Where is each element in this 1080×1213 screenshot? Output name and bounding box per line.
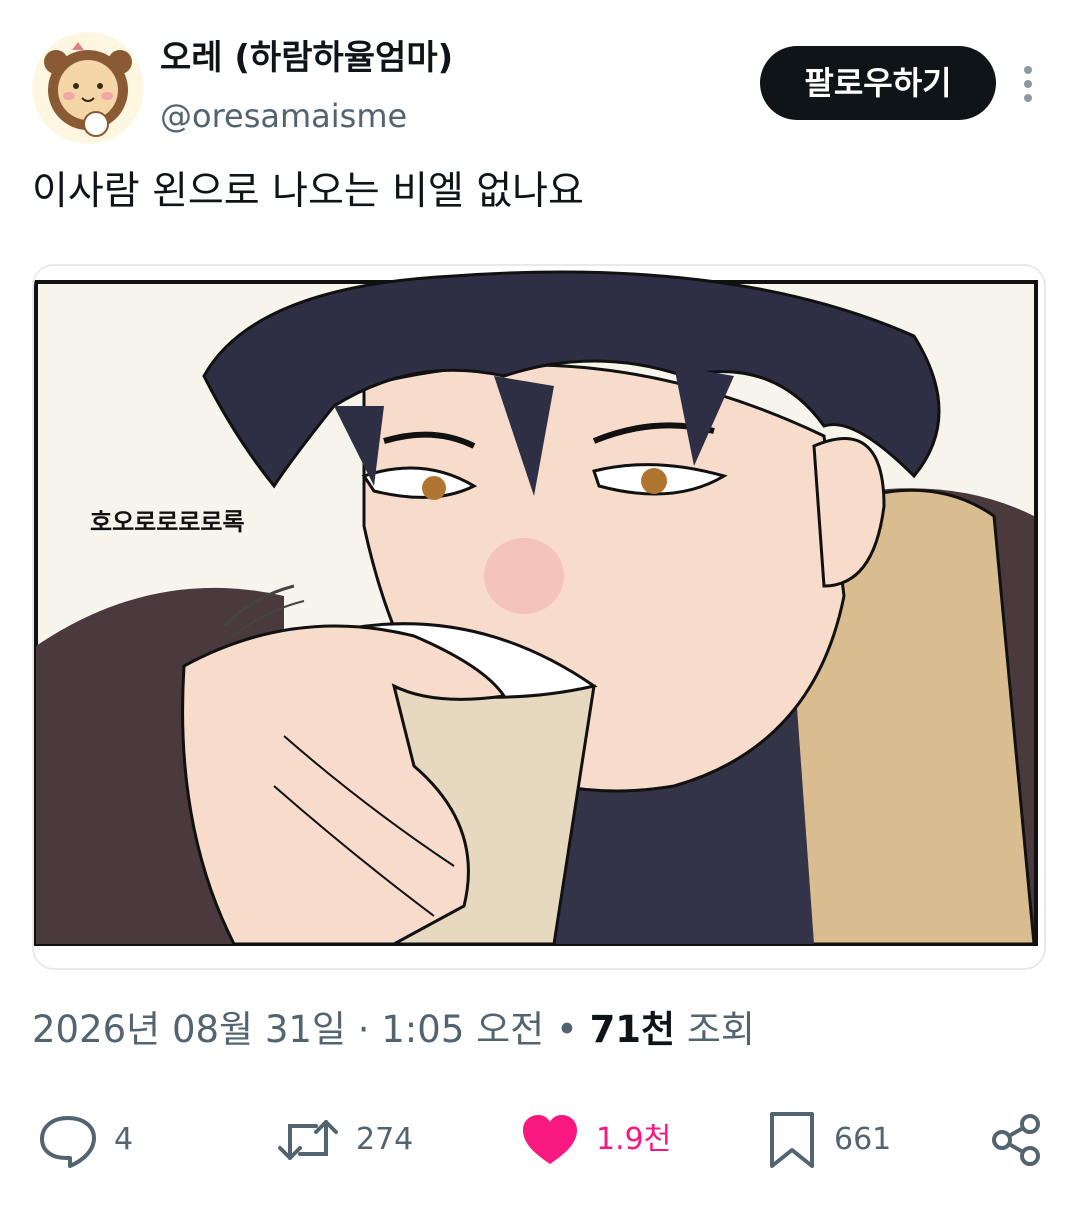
share-icon [992,1114,1040,1166]
tweet-text: 이사람 왼으로 나오는 비엘 없나요 [32,169,584,214]
follow-button[interactable]: 팔로우하기 [760,46,996,120]
bookmark-count: 661 [834,1122,892,1157]
avatar[interactable] [32,32,144,144]
bookmark-icon [770,1112,814,1168]
retweet-icon [278,1120,338,1160]
user-handle[interactable]: @oresamaisme [160,94,407,138]
avatar-image [32,32,144,144]
meta-separator: • [544,1008,590,1051]
reply-count: 4 [114,1122,134,1157]
tweet-time[interactable]: 1:05 오전 [381,1008,544,1051]
views-label: 조회 [675,1008,755,1051]
tweet-media[interactable]: 호오로로로로록 [32,264,1046,970]
retweet-button[interactable]: 274 [276,1108,413,1172]
meta-separator: · [345,1008,382,1051]
like-count: 1.9천 [596,1122,672,1157]
display-name[interactable]: 오레 (하람하율엄마) [160,34,453,82]
share-button[interactable] [988,1108,1044,1172]
reply-button[interactable]: 4 [38,1108,133,1172]
like-button[interactable]: 1.9천 [520,1108,671,1172]
bookmark-button[interactable]: 661 [766,1108,891,1172]
reply-icon [40,1116,96,1168]
comic-panel-image: 호오로로로로록 [34,266,1044,968]
views-count: 71천 [589,1008,676,1051]
comic-sound-effect-text: 호오로로로로록 [90,508,245,536]
more-vertical-icon [1024,66,1032,102]
tweet-date[interactable]: 2026년 08월 31일 [32,1008,346,1051]
retweet-count: 274 [356,1122,414,1157]
more-options-button[interactable] [1010,62,1046,106]
heart-icon [523,1115,577,1164]
tweet-meta: 2026년 08월 31일 · 1:05 오전 • 71천 조회 [32,1002,755,1058]
